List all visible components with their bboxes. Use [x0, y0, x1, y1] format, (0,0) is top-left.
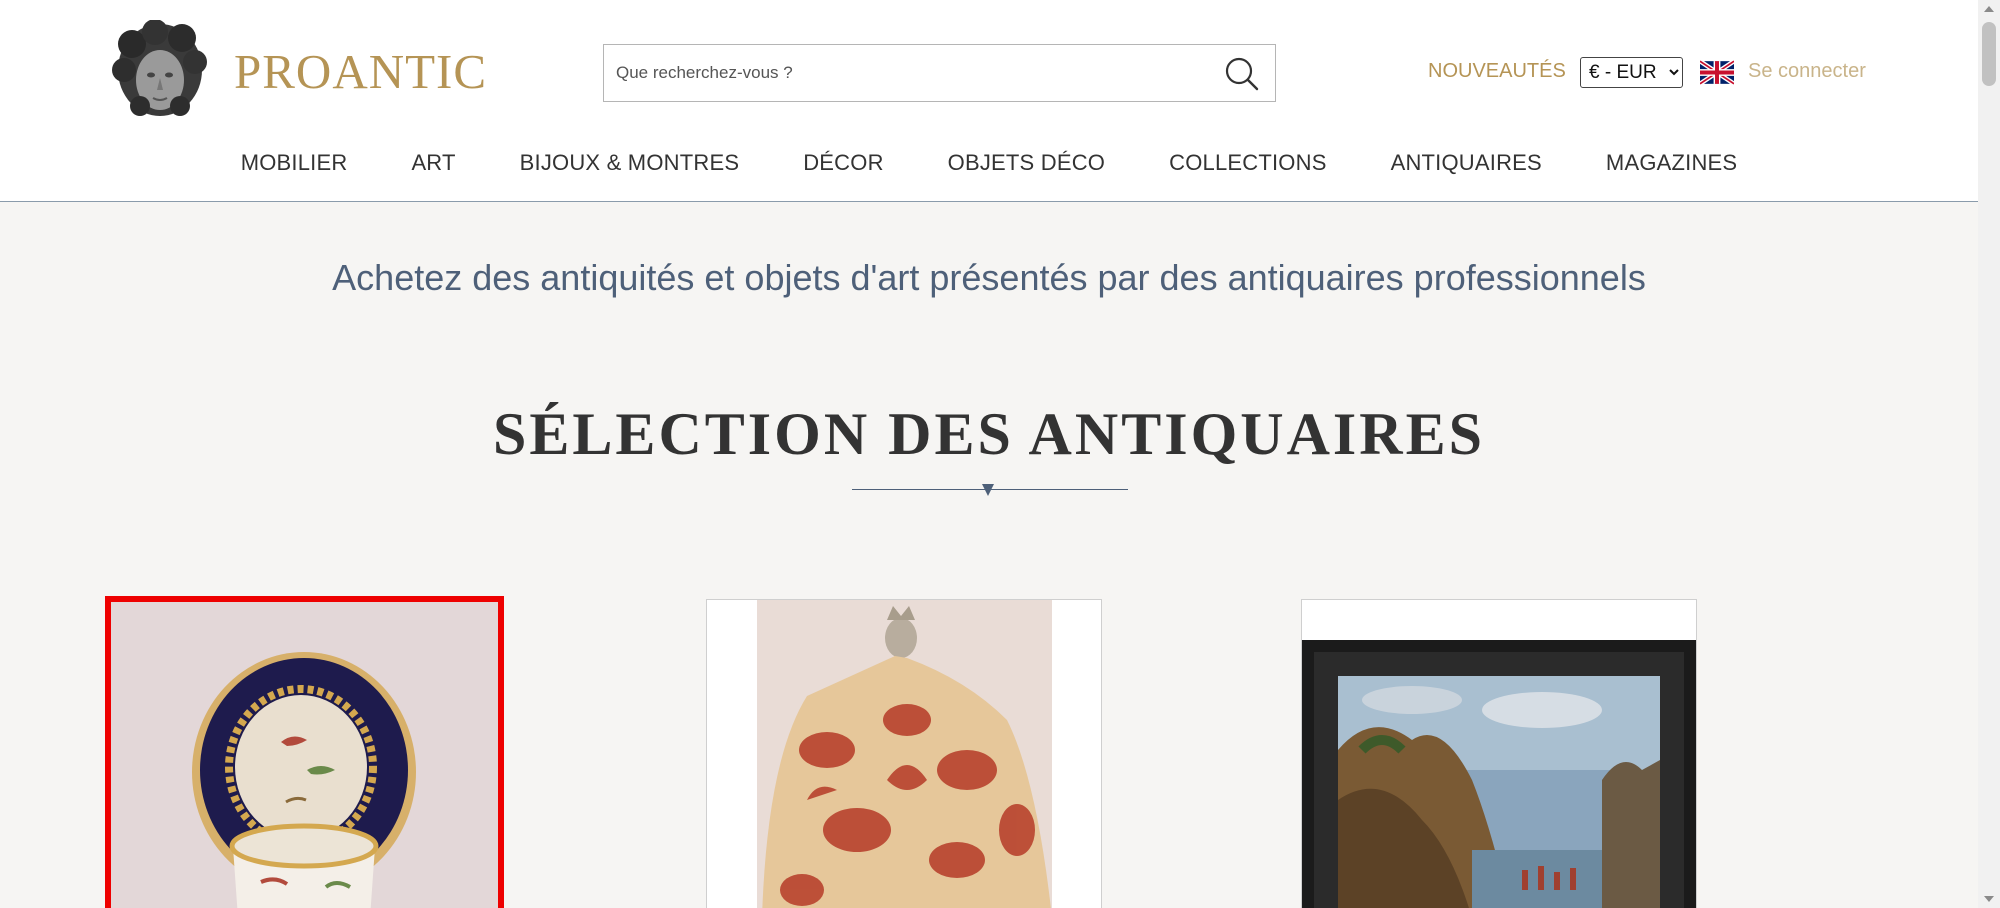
- nav-item-art[interactable]: ART: [411, 150, 455, 176]
- nav-item-mobilier[interactable]: MOBILIER: [241, 150, 348, 176]
- product-card-painting[interactable]: [1301, 599, 1697, 908]
- nav-item-bijoux-montres[interactable]: BIJOUX & MONTRES: [520, 150, 740, 176]
- tagline: Achetez des antiquités et objets d'art p…: [332, 257, 1646, 298]
- nav-item-antiquaires[interactable]: ANTIQUAIRES: [1391, 150, 1542, 176]
- search-icon[interactable]: [1223, 55, 1261, 93]
- uk-flag-icon[interactable]: [1700, 60, 1734, 85]
- scroll-thumb[interactable]: [1982, 22, 1996, 86]
- nav-item-decor[interactable]: DÉCOR: [803, 150, 883, 176]
- main-nav: MOBILIER ART BIJOUX & MONTRES DÉCOR OBJE…: [0, 150, 1978, 176]
- title-divider-ornament: [982, 484, 994, 496]
- nouveautes-link[interactable]: NOUVEAUTÉS: [1428, 60, 1566, 83]
- search-input[interactable]: [604, 45, 1204, 101]
- scroll-down-arrow-icon[interactable]: [1984, 896, 1994, 902]
- search-box: [603, 44, 1276, 102]
- product-card-cup-saucer[interactable]: [105, 596, 504, 908]
- nav-item-magazines[interactable]: MAGAZINES: [1606, 150, 1737, 176]
- page-scrollbar[interactable]: [1978, 0, 2000, 908]
- nav-item-collections[interactable]: COLLECTIONS: [1169, 150, 1326, 176]
- product-card-fabric-bust[interactable]: [706, 599, 1102, 908]
- section-title: SÉLECTION DES ANTIQUAIRES: [493, 401, 1485, 467]
- nav-item-objets-deco[interactable]: OBJETS DÉCO: [948, 150, 1105, 176]
- product-image-cup-saucer: [111, 602, 498, 908]
- product-image-painting: [1302, 600, 1696, 908]
- site-header: PROANTIC NOUVEAUTÉS € - EUR Se connecter…: [0, 0, 1978, 202]
- product-image-fabric-bust: [707, 600, 1101, 908]
- logo-text: PROANTIC: [234, 43, 488, 99]
- logo[interactable]: PROANTIC: [110, 20, 487, 122]
- login-link[interactable]: Se connecter: [1748, 60, 1866, 83]
- currency-select[interactable]: € - EUR: [1580, 57, 1683, 88]
- logo-head-icon: [112, 20, 207, 116]
- scroll-up-arrow-icon[interactable]: [1984, 6, 1994, 12]
